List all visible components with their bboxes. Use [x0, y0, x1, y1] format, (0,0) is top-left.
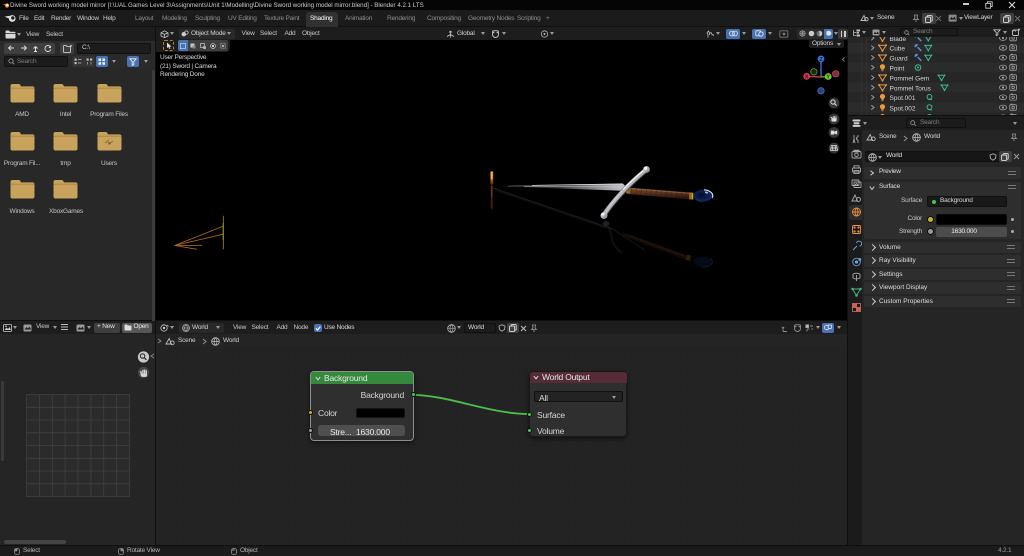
svg-text:Cube: Cube	[890, 46, 906, 53]
svg-text:Spot.001: Spot.001	[890, 95, 916, 102]
svg-text:Point: Point	[890, 65, 905, 72]
svg-text:Pommel Gem: Pommel Gem	[890, 75, 930, 82]
svg-text:X: X	[805, 75, 809, 81]
svg-text:Pommel Torus: Pommel Torus	[890, 85, 932, 92]
svg-text:Spot.002: Spot.002	[890, 105, 916, 112]
svg-text:Guard: Guard	[890, 55, 908, 62]
svg-text:Y: Y	[826, 75, 830, 81]
